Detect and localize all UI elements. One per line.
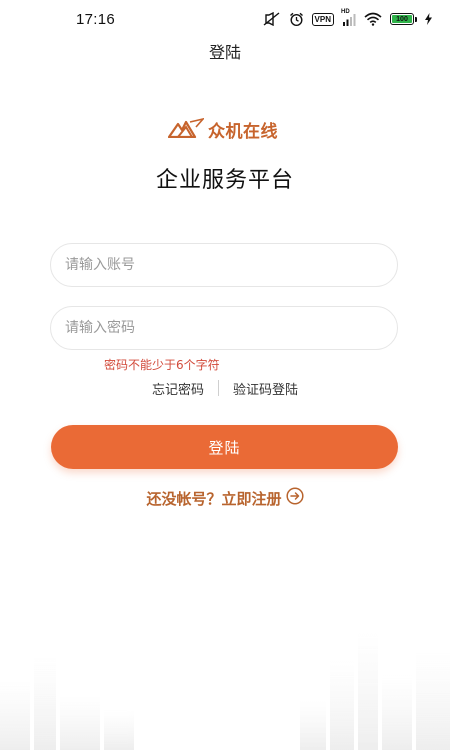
brand-logo: 众机在线 [167,117,278,142]
register-label: 还没帐号？立即注册 [146,489,282,508]
forgot-password-link[interactable]: 忘记密码 [152,379,204,398]
account-input-container [50,243,398,287]
page-title: 登陆 [208,43,241,62]
battery-icon: 100 [390,13,417,25]
signal-icon: HD [341,9,356,26]
platform-title: 企业服务平台 [155,168,294,193]
mute-icon [263,12,281,26]
login-options: 忘记密码 验证码登陆 [0,378,450,398]
logo-text: 众机在线 [208,122,278,142]
login-button[interactable]: 登陆 [51,425,398,469]
mountain-logo-icon [167,117,206,142]
password-input[interactable] [51,307,397,349]
vpn-icon: VPN [311,12,334,26]
password-input-container [50,306,398,350]
password-error-message: 密码不能少于6个字符 [104,358,220,372]
status-time: 17:16 [76,10,116,28]
battery-level: 100 [392,15,412,23]
alarm-icon [289,12,304,27]
arrow-right-circle-icon [285,487,304,509]
link-divider [218,380,219,396]
wifi-icon [364,12,382,26]
account-input[interactable] [51,244,397,286]
network-type-label: HD [341,8,350,15]
charging-icon [425,13,432,25]
status-icons: VPN HD 100 [263,9,432,27]
status-bar: 17:16 VPN HD 100 [0,0,450,38]
sms-login-link[interactable]: 验证码登陆 [233,379,298,398]
city-skyline-background [0,630,450,750]
register-link[interactable]: 还没帐号？立即注册 [0,487,450,509]
